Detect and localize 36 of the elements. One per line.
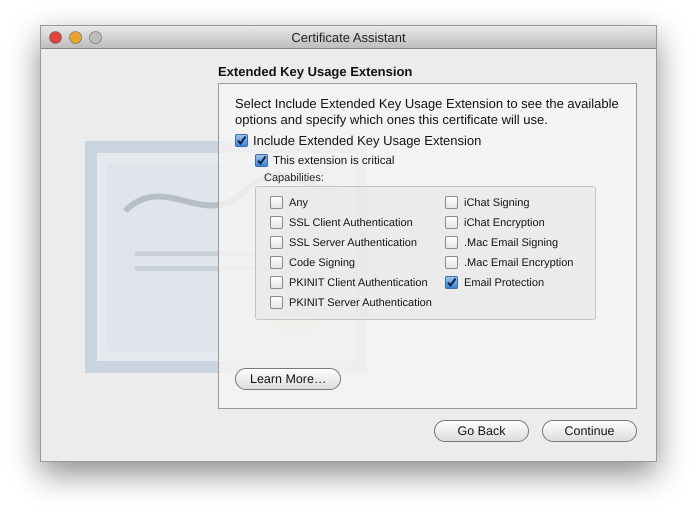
section-heading: Extended Key Usage Extension	[218, 64, 414, 79]
checkbox-label: PKINIT Server Authentication	[289, 296, 432, 308]
checkbox-label: Code Signing	[289, 256, 356, 268]
checkbox-label: SSL Client Authentication	[289, 216, 413, 228]
checkbox[interactable]	[235, 134, 248, 147]
checkbox-label: PKINIT Client Authentication	[289, 276, 428, 288]
zoom-icon[interactable]	[89, 30, 102, 44]
close-icon[interactable]	[49, 30, 62, 44]
checkbox-label: iChat Signing	[464, 196, 530, 208]
checkbox-label: .Mac Email Signing	[464, 236, 558, 248]
window-title: Certificate Assistant	[291, 30, 406, 44]
learn-more-button[interactable]: Learn More…	[235, 368, 342, 390]
minimize-icon[interactable]	[69, 30, 82, 44]
checkbox[interactable]	[255, 154, 268, 167]
checkbox[interactable]	[270, 216, 283, 229]
dialog-button[interactable]: Go Back	[434, 420, 529, 442]
checkbox[interactable]	[270, 236, 283, 249]
checkbox-label: iChat Encryption	[464, 216, 545, 228]
checkbox-label: Any	[289, 196, 308, 208]
checkbox-label: This extension is critical	[273, 154, 394, 166]
description-text: Select Include Extended Key Usage Extension to see the available options and specify which ones this certificate will use.	[235, 96, 620, 128]
checkbox[interactable]	[445, 196, 458, 209]
checkbox[interactable]	[445, 216, 458, 229]
checkbox-label: Include Extended Key Usage Extension	[253, 133, 482, 148]
capabilities-label: Capabilities:	[264, 172, 325, 184]
checkbox[interactable]	[270, 196, 283, 209]
checkbox[interactable]	[270, 256, 283, 269]
checkbox[interactable]	[445, 236, 458, 249]
checkbox[interactable]	[445, 276, 458, 289]
checkbox-label: SSL Server Authentication	[289, 236, 418, 248]
checkbox-label: .Mac Email Encryption	[464, 256, 574, 268]
dialog-button[interactable]: Continue	[542, 420, 637, 442]
checkbox[interactable]	[270, 296, 283, 309]
checkbox-label: Email Protection	[464, 276, 544, 288]
checkbox[interactable]	[445, 256, 458, 269]
checkbox[interactable]	[270, 276, 283, 289]
